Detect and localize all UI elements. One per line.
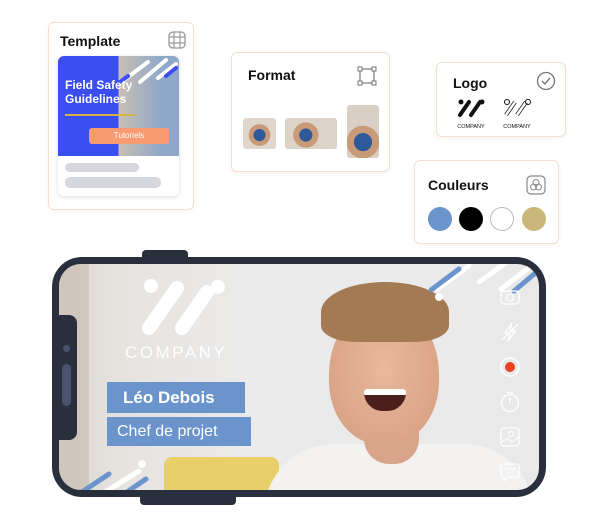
stripes-top-right [429,264,539,301]
template-thumbnail[interactable]: Field Safety Guidelines Tutoriels [58,56,179,196]
format-card[interactable]: Format [231,52,390,172]
swatch-gold[interactable] [522,207,546,231]
logo-option-outline[interactable]: COMPANY [499,97,535,130]
tutoriels-badge: Tutoriels [89,128,169,144]
colors-title: Couleurs [428,177,489,193]
colors-card[interactable]: Couleurs [414,160,559,244]
camera-view: COMPANY Léo Debois Chef de projet [59,264,539,490]
logo-option-filled[interactable]: COMPANY [453,97,489,130]
format-portrait[interactable] [347,105,379,158]
chat-icon[interactable] [499,461,521,483]
timer-icon[interactable] [499,391,521,413]
logo-option-label: COMPANY [503,124,531,130]
grid-layout-icon[interactable] [168,31,186,49]
swatch-white[interactable] [490,207,514,231]
gallery-icon[interactable] [499,426,521,448]
yellow-pillow [164,457,279,490]
thumbnail-title: Field Safety Guidelines [65,78,133,106]
camera-controls [499,286,521,483]
format-square[interactable] [243,118,276,149]
flash-off-icon[interactable] [499,321,521,343]
record-icon[interactable] [499,356,521,378]
logo-title: Logo [453,75,488,91]
crop-frame-icon[interactable] [357,66,377,86]
check-circle-icon[interactable] [536,71,556,91]
camera-switch-icon[interactable] [499,286,521,308]
template-card[interactable]: Template Field Safety Guidelines Tutorie… [48,22,194,210]
name-label: Léo Debois [107,382,245,413]
company-name: COMPANY [125,343,228,362]
format-landscape[interactable] [285,118,337,149]
phone-preview: COMPANY Léo Debois Chef de projet [52,257,546,497]
logo-card[interactable]: Logo COMPANY COMPANY [436,62,566,137]
phone-speaker [62,364,71,406]
company-logo [139,274,229,343]
format-title: Format [248,67,296,83]
template-title: Template [60,33,121,49]
role-label: Chef de projet [107,417,251,446]
swatch-blue[interactable] [428,207,452,231]
logo-option-label: COMPANY [457,124,485,130]
palette-icon[interactable] [526,175,546,195]
stripes-bottom-left [80,460,149,490]
swatch-black[interactable] [459,207,483,231]
phone-sensor [63,345,70,352]
